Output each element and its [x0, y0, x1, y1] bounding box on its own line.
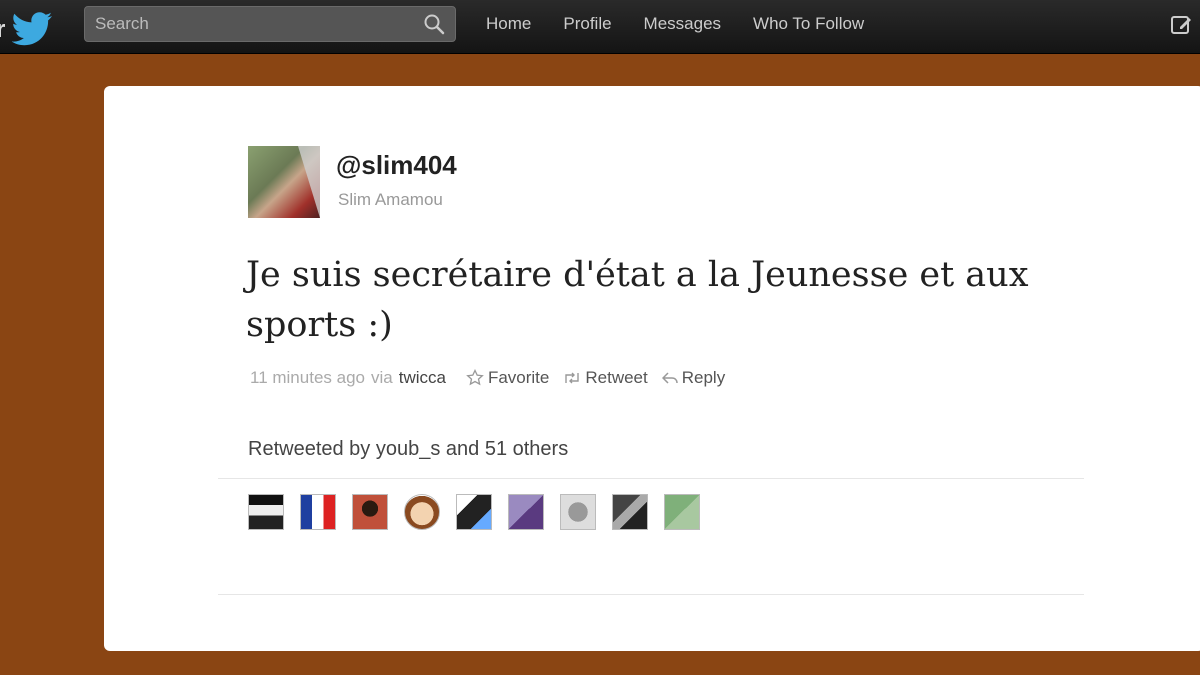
favorite-button[interactable]: Favorite	[466, 368, 549, 388]
nav-profile-link[interactable]: Profile	[563, 14, 611, 34]
search-input[interactable]	[85, 7, 425, 41]
retweeter-avatar[interactable]	[404, 494, 440, 530]
retweet-icon	[565, 372, 580, 384]
retweeted-by-text[interactable]: Retweeted by youb_s and 51 others	[248, 438, 568, 461]
user-handle[interactable]: @slim404	[336, 150, 457, 181]
tweet-text: Je suis secrétaire d'état a la Jeunesse …	[246, 255, 1029, 345]
divider	[218, 594, 1084, 595]
nav-who-to-follow-link[interactable]: Who To Follow	[753, 14, 864, 34]
retweeter-avatar[interactable]	[612, 494, 648, 530]
tweet-meta: 11 minutes ago via twicca Favorite Retwe…	[250, 368, 725, 388]
reply-label: Reply	[681, 368, 726, 387]
compose-icon[interactable]	[1170, 13, 1194, 37]
twitter-bird-icon	[12, 12, 52, 46]
via-label: via	[370, 368, 393, 387]
main-nav: Home Profile Messages Who To Follow	[486, 14, 864, 34]
search-icon[interactable]	[423, 13, 445, 35]
reply-button[interactable]: Reply	[661, 368, 726, 388]
retweeter-avatar[interactable]	[664, 494, 700, 530]
retweet-button[interactable]: Retweet	[563, 368, 648, 388]
search-box	[84, 6, 456, 42]
nav-home-link[interactable]: Home	[486, 14, 531, 34]
timestamp[interactable]: 11 minutes ago	[250, 368, 365, 388]
tweet-card: @slim404 Slim Amamou Je suis secrétaire …	[104, 86, 1200, 651]
retweet-label: Retweet	[585, 368, 648, 387]
retweeter-avatar[interactable]	[300, 494, 336, 530]
divider	[218, 478, 1084, 479]
logo-text: r	[0, 16, 6, 43]
retweeter-avatar[interactable]	[560, 494, 596, 530]
retweeter-avatar[interactable]	[352, 494, 388, 530]
retweeter-avatar[interactable]	[508, 494, 544, 530]
star-icon	[466, 369, 484, 386]
reply-icon	[661, 372, 678, 384]
retweeter-avatars	[248, 494, 700, 530]
user-name[interactable]: Slim Amamou	[338, 190, 443, 210]
favorite-label: Favorite	[487, 368, 550, 387]
top-navigation-bar: r Home Profile Messages Who To Follow	[0, 0, 1200, 54]
twitter-logo[interactable]: r	[0, 6, 60, 46]
avatar[interactable]	[248, 146, 320, 218]
via-app-link[interactable]: twicca	[399, 368, 446, 388]
retweeter-avatar[interactable]	[456, 494, 492, 530]
nav-messages-link[interactable]: Messages	[644, 14, 721, 34]
retweeter-avatar[interactable]	[248, 494, 284, 530]
